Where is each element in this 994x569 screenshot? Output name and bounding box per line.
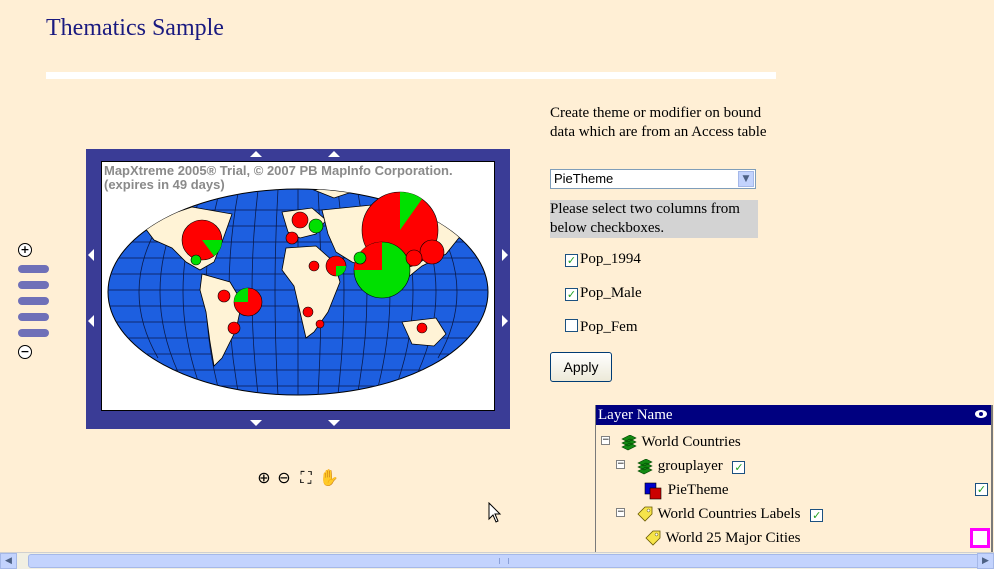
center-tool-icon[interactable]: ⛶ xyxy=(297,469,315,487)
highlighted-checkbox[interactable] xyxy=(970,528,990,548)
map-canvas[interactable]: MapXtreme 2005® Trial, © 2007 PB MapInfo… xyxy=(101,161,495,411)
checkbox-box[interactable]: ✓ xyxy=(565,288,578,301)
checkbox-pop-1994[interactable]: ✓ Pop_1994 xyxy=(565,250,641,268)
collapse-toggle-labels[interactable]: − xyxy=(616,508,625,517)
page-title: Thematics Sample xyxy=(46,15,224,41)
checkbox-label: Pop_1994 xyxy=(580,251,641,267)
map-frame: MapXtreme 2005® Trial, © 2007 PB MapInfo… xyxy=(86,149,510,429)
layer-control-header: Layer Name xyxy=(596,405,991,425)
column-instruction-text: Please select two columns from below che… xyxy=(550,200,758,238)
apply-button[interactable]: Apply xyxy=(550,352,612,382)
pan-south-arrow-2[interactable] xyxy=(328,420,340,426)
horizontal-scrollbar[interactable]: ◀ ▶ xyxy=(0,552,994,569)
zoom-level-4[interactable] xyxy=(18,313,49,321)
layer-item-world-25-major-cities[interactable]: World 25 Major Cities xyxy=(644,528,801,548)
collapse-toggle-grouplayer[interactable]: − xyxy=(616,460,625,469)
layer-item-grouplayer[interactable]: grouplayer ✓ xyxy=(636,456,747,476)
layer-item-world-countries[interactable]: World Countries xyxy=(620,432,741,452)
zoom-level-2[interactable] xyxy=(18,281,49,289)
scroll-right-icon[interactable]: ▶ xyxy=(977,553,994,569)
pan-hand-icon[interactable]: ✋ xyxy=(319,469,339,487)
zoom-level-5[interactable] xyxy=(18,329,49,337)
label-tag-icon xyxy=(637,506,653,522)
checkbox-label: Pop_Male xyxy=(580,285,642,301)
pan-east-arrow-2[interactable] xyxy=(502,315,508,327)
theme-layer-icon xyxy=(644,482,662,499)
map-watermark: MapXtreme 2005® Trial, © 2007 PB MapInfo… xyxy=(104,163,453,192)
scrollbar-grip xyxy=(499,558,509,564)
layer-control: Layer Name − World Countries − grouplaye… xyxy=(595,405,993,552)
pan-west-arrow[interactable] xyxy=(88,249,94,261)
layer-visibility-checkbox[interactable]: ✓ xyxy=(810,509,824,522)
zoom-level-3[interactable] xyxy=(18,297,49,305)
layer-stack-icon xyxy=(621,434,637,450)
zoom-in-icon[interactable]: + xyxy=(18,243,32,257)
title-divider xyxy=(46,72,776,79)
layer-item-pietheme[interactable]: PieTheme xyxy=(644,480,729,500)
zoom-bar: + − xyxy=(16,243,52,361)
theme-type-selected-value: PieTheme xyxy=(554,171,614,186)
pan-west-arrow-2[interactable] xyxy=(88,315,94,327)
visibility-eye-icon xyxy=(975,410,987,418)
checkbox-label: Pop_Fem xyxy=(580,319,638,335)
pan-east-arrow[interactable] xyxy=(502,249,508,261)
zoom-out-icon[interactable]: − xyxy=(18,345,32,359)
mouse-cursor-icon xyxy=(488,501,502,529)
zoom-level-1[interactable] xyxy=(18,265,49,273)
checkbox-box[interactable]: ✓ xyxy=(565,254,578,267)
pan-north-arrow-2[interactable] xyxy=(328,151,340,157)
layer-stack-icon xyxy=(637,458,653,474)
checkbox-box[interactable] xyxy=(565,319,578,332)
scroll-left-icon[interactable]: ◀ xyxy=(0,553,17,569)
collapse-toggle-world-countries[interactable]: − xyxy=(601,436,610,445)
checkbox-pop-male[interactable]: ✓ Pop_Male xyxy=(565,284,642,302)
chevron-down-icon[interactable]: ▼ xyxy=(738,171,754,187)
layer-visibility-checkbox-pietheme[interactable]: ✓ xyxy=(975,483,988,496)
scrollbar-thumb[interactable] xyxy=(28,554,988,568)
label-tag-icon xyxy=(645,530,661,546)
pan-north-arrow[interactable] xyxy=(250,151,262,157)
zoom-in-tool-icon[interactable]: ⊕ xyxy=(255,469,273,487)
map-toolbar: ⊕ ⊖ ⛶ ✋ xyxy=(255,469,339,489)
theme-type-select[interactable]: PieTheme ▼ xyxy=(550,169,756,189)
checkbox-pop-fem[interactable]: Pop_Fem xyxy=(565,318,638,336)
theme-prompt-text: Create theme or modifier on bound data w… xyxy=(550,105,767,140)
zoom-out-tool-icon[interactable]: ⊖ xyxy=(275,469,293,487)
layer-visibility-checkbox[interactable]: ✓ xyxy=(732,461,746,474)
layer-item-world-countries-labels[interactable]: World Countries Labels ✓ xyxy=(636,504,825,524)
pan-south-arrow[interactable] xyxy=(250,420,262,426)
world-map xyxy=(107,188,489,396)
